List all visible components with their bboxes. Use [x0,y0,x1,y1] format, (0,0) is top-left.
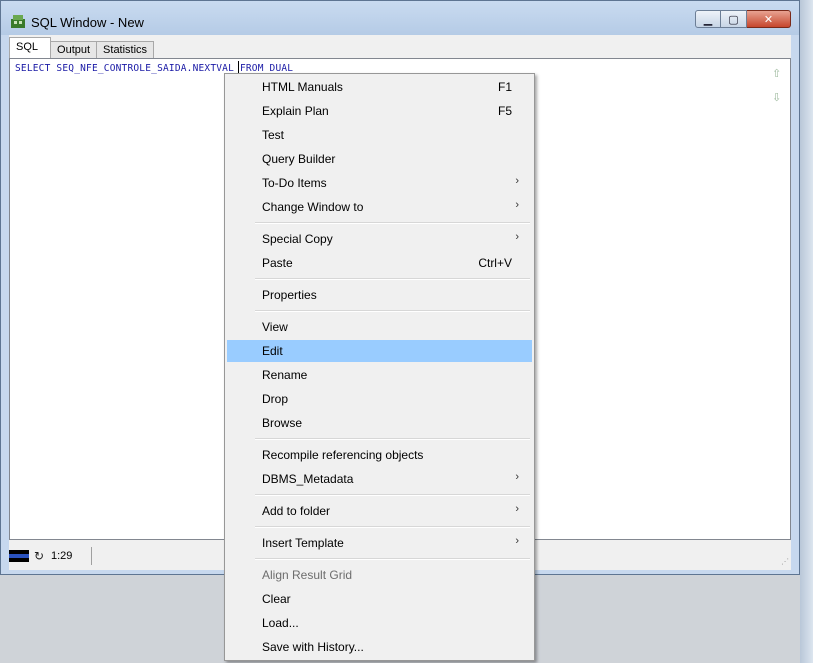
connection-flag-icon [9,550,29,562]
menu-separator [255,558,530,560]
menu-item-paste[interactable]: Paste Ctrl+V [227,252,532,274]
menu-item-change-window-to[interactable]: Change Window to › [227,196,532,218]
menu-item-label: DBMS_Metadata [262,472,354,486]
context-menu: HTML Manuals F1 Explain Plan F5 Test Que… [224,73,535,661]
menu-item-label: Paste [262,256,293,270]
menu-separator [255,222,530,224]
menu-item-label: Query Builder [262,152,336,166]
tab-bar: SQL Output Statistics [9,37,155,58]
tab-statistics[interactable]: Statistics [96,41,155,58]
menu-item-label: Recompile referencing objects [262,448,424,462]
menu-item-label: Rename [262,368,308,382]
caption-buttons: ▁ ▢ ✕ [695,10,791,28]
submenu-arrow-icon: › [515,471,519,483]
menu-item-label: To-Do Items [262,176,327,190]
menu-separator [255,526,530,528]
menu-item-label: Save with History... [262,640,364,654]
minimize-icon: ▁ [703,12,713,26]
tab-sql[interactable]: SQL [9,37,52,58]
menu-item-label: Insert Template [262,536,344,550]
close-button[interactable]: ✕ [747,10,791,28]
arrow-up-icon[interactable]: ⇧ [772,67,781,80]
menu-item-properties[interactable]: Properties [227,284,532,306]
menu-item-label: Drop [262,392,289,406]
menu-item-label: Edit [262,344,283,358]
minimize-button[interactable]: ▁ [695,10,721,28]
menu-item-label: HTML Manuals [262,80,343,94]
menu-item-shortcut: F1 [497,80,512,94]
menu-item-explain-plan[interactable]: Explain Plan F5 [227,100,532,122]
close-icon: ✕ [763,12,774,26]
window-title: SQL Window - New [31,15,144,30]
cursor-position: 1:29 [51,550,73,562]
menu-item-label: Change Window to [262,200,364,214]
menu-separator [255,310,530,312]
menu-separator [255,278,530,280]
menu-item-view[interactable]: View [227,316,532,338]
menu-item-edit[interactable]: Edit [227,340,532,362]
menu-item-label: Add to folder [262,504,331,518]
menu-item-label: Properties [262,288,317,302]
title-bar[interactable]: SQL Window - New ▁ ▢ ✕ [1,1,799,35]
submenu-arrow-icon: › [515,175,519,187]
arrow-down-icon[interactable]: ⇩ [772,91,781,104]
menu-item-load[interactable]: Load... [227,612,532,634]
menu-item-label: Test [262,128,285,142]
menu-item-shortcut: F5 [497,104,512,118]
menu-item-drop[interactable]: Drop [227,388,532,410]
menu-item-todo-items[interactable]: To-Do Items › [227,172,532,194]
menu-item-query-builder[interactable]: Query Builder [227,148,532,170]
refresh-icon[interactable]: ↻ [34,549,44,563]
menu-item-special-copy[interactable]: Special Copy › [227,228,532,250]
menu-separator [255,438,530,440]
submenu-arrow-icon: › [515,503,519,515]
menu-item-label: Align Result Grid [262,568,353,582]
menu-item-clear[interactable]: Clear [227,588,532,610]
menu-item-save-with-history[interactable]: Save with History... [227,636,532,658]
menu-item-align-result-grid: Align Result Grid [227,564,532,586]
status-divider [91,547,92,565]
maximize-icon: ▢ [728,12,739,26]
background-window-edge [800,0,813,663]
menu-item-label: Clear [262,592,291,606]
menu-item-dbms-metadata[interactable]: DBMS_Metadata › [227,468,532,490]
menu-item-html-manuals[interactable]: HTML Manuals F1 [227,76,532,98]
menu-item-label: Special Copy [262,232,333,246]
menu-item-test[interactable]: Test [227,124,532,146]
menu-item-label: Explain Plan [262,104,329,118]
menu-item-rename[interactable]: Rename [227,364,532,386]
menu-item-shortcut: Ctrl+V [478,256,512,270]
tab-output[interactable]: Output [50,41,98,58]
menu-item-browse[interactable]: Browse [227,412,532,434]
menu-item-label: View [262,320,288,334]
menu-item-recompile-referencing-objects[interactable]: Recompile referencing objects [227,444,532,466]
maximize-button[interactable]: ▢ [721,10,747,28]
menu-item-label: Load... [262,616,299,630]
submenu-arrow-icon: › [515,199,519,211]
resize-grip-icon[interactable]: ⋰ [781,557,789,566]
menu-separator [255,494,530,496]
app-icon [11,15,25,28]
menu-item-insert-template[interactable]: Insert Template › [227,532,532,554]
menu-item-label: Browse [262,416,303,430]
submenu-arrow-icon: › [515,535,519,547]
submenu-arrow-icon: › [515,231,519,243]
menu-item-add-to-folder[interactable]: Add to folder › [227,500,532,522]
